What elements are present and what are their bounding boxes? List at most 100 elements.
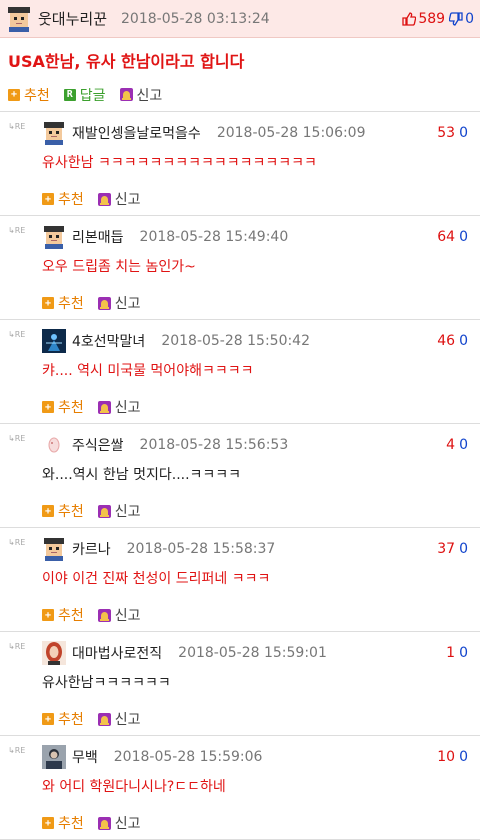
comment-author[interactable]: 재발인셍을날로먹을수 — [72, 123, 201, 143]
siren-icon — [97, 504, 111, 518]
plus-icon: + — [8, 88, 20, 101]
comment-header: 카르나 2018-05-28 15:58:37 37 0 — [0, 528, 480, 564]
pixel-character-icon[interactable] — [6, 5, 32, 32]
siren-icon — [119, 88, 133, 101]
post-actions: + 추천 R 답글 신고 — [0, 68, 480, 112]
report-button[interactable]: 신고 — [97, 709, 141, 729]
recommend-button[interactable]: + 추천 — [42, 813, 84, 833]
report-button[interactable]: 신고 — [97, 605, 141, 625]
recommend-button[interactable]: + 추천 — [42, 189, 84, 209]
comment-down-count[interactable]: 0 — [459, 749, 468, 765]
comment-header: 리본매듭 2018-05-28 15:49:40 64 0 — [0, 216, 480, 252]
comment-header: 무백 2018-05-28 15:59:06 10 0 — [0, 736, 480, 772]
pixel-character-icon[interactable] — [42, 225, 66, 249]
comment-actions: + 추천 신고 — [0, 490, 480, 528]
siren-icon — [97, 816, 111, 830]
comment-actions: + 추천 신고 — [0, 802, 480, 840]
comment-up-count[interactable]: 37 — [437, 541, 455, 557]
post-header: 웃대누리꾼 2018-05-28 03:13:24 589 0 — [0, 0, 480, 38]
photo-portrait-icon[interactable] — [42, 745, 66, 769]
redhead-portrait-icon[interactable] — [42, 641, 66, 665]
comment-text: 유사한남ㅋㅋㅋㅋㅋㅋ — [42, 675, 171, 691]
pink-blob-icon[interactable] — [42, 433, 66, 457]
comment-item: ↳RE 리본매듭 2018-05-28 15:49:40 64 0 오우 드립좀 … — [0, 216, 480, 320]
comment-up-count[interactable]: 53 — [437, 125, 455, 141]
comment-header: 4호선막말녀 2018-05-28 15:50:42 46 0 — [0, 320, 480, 356]
plus-icon: + — [42, 401, 54, 413]
comment-author[interactable]: 리본매듭 — [72, 227, 124, 247]
post-date: 2018-05-28 03:13:24 — [121, 10, 270, 27]
comment-down-count[interactable]: 0 — [459, 437, 468, 453]
siren-icon — [97, 400, 111, 414]
reply-arrow-icon: ↳RE — [8, 330, 26, 339]
recommend-button[interactable]: + 추천 — [42, 397, 84, 417]
report-button[interactable]: 신고 — [97, 813, 141, 833]
comment-author[interactable]: 카르나 — [72, 539, 111, 559]
reply-arrow-icon: ↳RE — [8, 226, 26, 235]
comment-author[interactable]: 대마법사로전직 — [72, 643, 162, 663]
thumbs-up-icon[interactable] — [402, 11, 417, 26]
comment-up-count[interactable]: 64 — [437, 229, 455, 245]
comment-down-count[interactable]: 0 — [459, 229, 468, 245]
report-button[interactable]: 신고 — [97, 501, 141, 521]
reply-button[interactable]: R 답글 — [63, 85, 106, 105]
comment-date: 2018-05-28 15:59:01 — [178, 645, 327, 661]
reply-arrow-icon: ↳RE — [8, 642, 26, 651]
comment-date: 2018-05-28 15:56:53 — [139, 437, 289, 453]
thumbs-down-icon[interactable] — [448, 11, 463, 26]
comment-item: ↳RE 재발인셍을날로먹을수 2018-05-28 15:06:09 53 0 유… — [0, 112, 480, 216]
comment-header: 대마법사로전직 2018-05-28 15:59:01 10 — [0, 632, 480, 668]
comment-item: ↳RE 카르나 2018-05-28 15:58:37 37 0 이야 이건 진짜… — [0, 528, 480, 632]
comment-actions: + 추천 신고 — [0, 386, 480, 424]
comment-down-count[interactable]: 0 — [459, 333, 468, 349]
post-title: USA한남, 유사 한남이라고 합니다 — [8, 52, 245, 71]
recommend-button[interactable]: + 추천 — [42, 293, 84, 313]
recommend-button[interactable]: + 추천 — [8, 85, 50, 105]
reply-arrow-icon: ↳RE — [8, 746, 26, 755]
comment-text: 캬.... 역시 미국물 먹어야해ㅋㅋㅋㅋ — [42, 363, 254, 379]
comment-author[interactable]: 무백 — [72, 747, 98, 767]
post-up-count: 589 — [418, 10, 446, 27]
pixel-character-icon[interactable] — [42, 121, 66, 145]
recommend-button[interactable]: + 추천 — [42, 605, 84, 625]
report-button[interactable]: 신고 — [97, 397, 141, 417]
comment-down-count[interactable]: 0 — [459, 645, 468, 661]
comment-author[interactable]: 주식은쌀 — [72, 435, 124, 455]
comment-up-count[interactable]: 4 — [446, 437, 455, 453]
comment-down-count[interactable]: 0 — [459, 541, 468, 557]
comment-header: 재발인셍을날로먹을수 2018-05-28 15:06:09 53 0 — [0, 112, 480, 148]
pixel-character-icon[interactable] — [42, 537, 66, 561]
comment-up-count[interactable]: 10 — [437, 749, 455, 765]
comment-text: 와 어디 학원다니시나?ㄷㄷ하네 — [42, 779, 226, 795]
comment-author[interactable]: 4호선막말녀 — [72, 331, 145, 351]
comment-item: ↳RE 무백 2018-05-28 15:59:06 10 0 와 어디 학원다니… — [0, 736, 480, 840]
recommend-button[interactable]: + 추천 — [42, 501, 84, 521]
comment-text: 이야 이건 진짜 천성이 드리퍼네 ㅋㅋㅋ — [42, 571, 271, 587]
post-down-count: 0 — [465, 10, 474, 27]
plus-icon: + — [42, 713, 54, 725]
comment-date: 2018-05-28 15:59:06 — [113, 749, 263, 765]
comment-date: 2018-05-28 15:58:37 — [126, 541, 276, 557]
report-button[interactable]: 신고 — [119, 85, 162, 105]
plus-icon: + — [42, 505, 54, 517]
comment-votes: 10 0 — [437, 749, 468, 765]
recommend-button[interactable]: + 추천 — [42, 709, 84, 729]
siren-icon — [97, 712, 111, 726]
report-button[interactable]: 신고 — [97, 189, 141, 209]
plus-icon: + — [42, 817, 54, 829]
comment-date: 2018-05-28 15:49:40 — [139, 229, 289, 245]
siren-icon — [97, 296, 111, 310]
comment-up-count[interactable]: 1 — [446, 645, 455, 661]
comment-item: ↳RE 대마법사로전직 2018-05-28 15:59:01 10 유사한남ㅋ… — [0, 632, 480, 736]
comment-actions: + 추천 신고 — [0, 594, 480, 632]
report-button[interactable]: 신고 — [97, 293, 141, 313]
post-author[interactable]: 웃대누리꾼 — [38, 8, 107, 29]
comment-up-count[interactable]: 46 — [437, 333, 455, 349]
comment-header: 주식은쌀 2018-05-28 15:56:53 40 — [0, 424, 480, 460]
comment-votes: 10 — [446, 645, 468, 661]
blue-figure-icon[interactable] — [42, 329, 66, 353]
comment-text: 오우 드립좀 치는 놈인가~ — [42, 259, 196, 275]
comment-list: ↳RE 재발인셍을날로먹을수 2018-05-28 15:06:09 53 0 유… — [0, 112, 480, 840]
comment-down-count[interactable]: 0 — [459, 125, 468, 141]
post-votes: 589 0 — [402, 11, 474, 27]
